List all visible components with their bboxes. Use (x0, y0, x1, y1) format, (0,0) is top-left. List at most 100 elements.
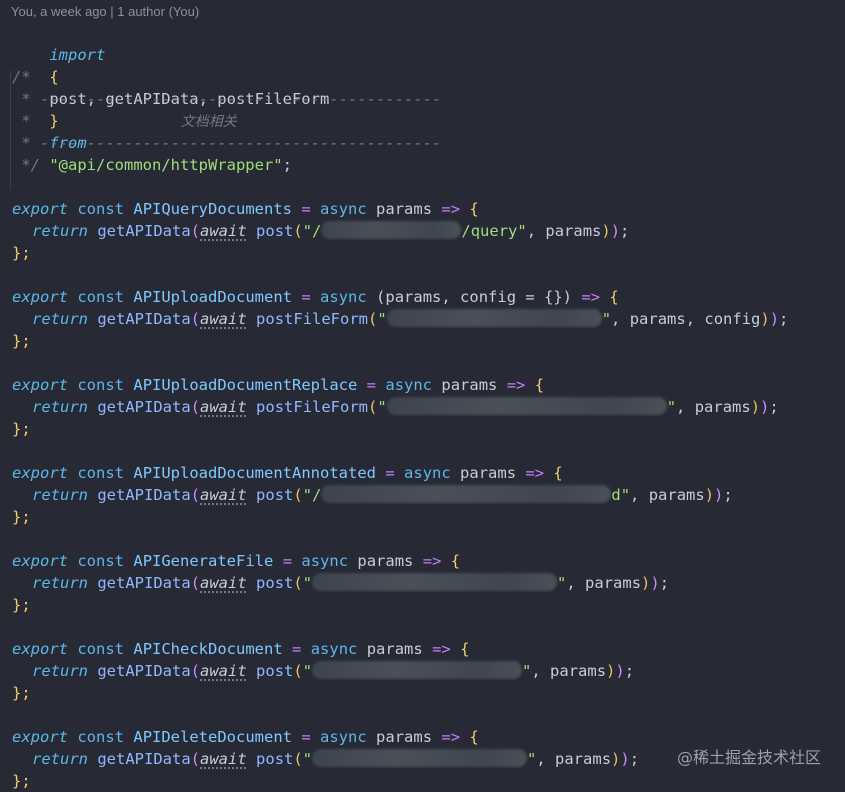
keyword-async: async (320, 288, 367, 306)
watermark: @稀土掘金技术社区 (676, 748, 821, 767)
keyword-export: export (12, 728, 68, 746)
function-name: APICheckDocument (133, 640, 283, 658)
comment-rule-bottom: * --------------------------------------… (12, 134, 442, 152)
code-line-close[interactable]: }; (12, 506, 31, 528)
code-line-export[interactable]: export const APIUploadDocument = async (… (12, 286, 619, 308)
operator-arrow: => (441, 200, 461, 218)
function-name: APIQueryDocuments (133, 200, 292, 218)
comment-close: */ (12, 156, 40, 174)
function-name: APIGenerateFile (133, 552, 274, 570)
operator-assign: = (301, 288, 311, 306)
call-getAPIData: getAPIData (97, 222, 191, 240)
code-line-close[interactable]: }; (12, 242, 31, 264)
function-name: APIUploadDocument (133, 288, 292, 306)
paren: ) (704, 486, 715, 504)
keyword-export: export (12, 288, 68, 306)
keyword-async: async (404, 464, 451, 482)
keyword-export: export (12, 640, 68, 658)
function-name: APIDeleteDocument (133, 728, 292, 746)
function-params: params (460, 464, 517, 482)
redacted-url (321, 221, 462, 239)
operator-arrow: => (422, 552, 442, 570)
url-head: "/ (302, 486, 322, 504)
url-head: " (302, 750, 313, 768)
function-params: params (376, 200, 433, 218)
code-line-return[interactable]: return getAPIData(await post(" ", params)… (12, 748, 639, 770)
code-line-export[interactable]: export const APIQueryDocuments = async p… (12, 198, 479, 220)
operator-assign: = (301, 728, 311, 746)
code-line-close[interactable]: }; (12, 594, 31, 616)
call-inner: post (256, 750, 294, 768)
keyword-return: return (32, 574, 88, 592)
semicolon: ; (620, 222, 630, 240)
paren: ( (190, 574, 201, 592)
paren: ( (190, 662, 201, 680)
paren: ( (190, 222, 201, 240)
code-line-export[interactable]: export const APICheckDocument = async pa… (12, 638, 469, 660)
url-tail: " (522, 662, 532, 680)
keyword-import: import (49, 46, 106, 64)
comment-star: * (12, 112, 31, 130)
paren: ( (293, 574, 303, 592)
redacted-url (386, 397, 667, 415)
keyword-await: await (200, 222, 247, 240)
call-inner: postFileForm (256, 398, 369, 416)
import-path: "@api/common/httpWrapper" (49, 156, 283, 174)
code-line-close[interactable]: }; (12, 770, 31, 792)
code-line-export[interactable]: export const APIGenerateFile = async par… (12, 550, 460, 572)
semicolon: ; (282, 156, 292, 174)
paren: ) (615, 662, 625, 680)
code-line-import[interactable]: import { post, getAPIData, postFileForm … (12, 22, 329, 174)
code-line-close[interactable]: }; (12, 330, 31, 352)
semicolon: ; (629, 750, 640, 768)
code-line-export[interactable]: export const APIDeleteDocument = async p… (12, 726, 479, 748)
call-getAPIData: getAPIData (97, 750, 191, 768)
code-line-close[interactable]: }; (12, 682, 31, 704)
semicolon: ; (659, 574, 670, 592)
code-editor[interactable]: You, a week ago | 1 author (You) import … (0, 0, 845, 790)
code-line-return[interactable]: return getAPIData(await post("/d", param… (12, 484, 733, 506)
operator-assign: = (282, 552, 293, 570)
keyword-const: const (77, 552, 125, 570)
code-line-export[interactable]: export const APIUploadDocumentAnnotated … (12, 462, 563, 484)
code-line-return[interactable]: return getAPIData(await postFileForm(" ",… (12, 308, 788, 330)
redacted-url (312, 573, 558, 591)
keyword-return: return (32, 310, 88, 328)
operator-arrow: => (432, 640, 451, 658)
keyword-export: export (12, 200, 68, 218)
keyword-await: await (200, 486, 247, 504)
paren: ( (293, 662, 303, 680)
operator-assign: = (292, 640, 302, 658)
keyword-const: const (77, 376, 125, 394)
call-args: , params (526, 222, 602, 240)
paren: ( (293, 750, 303, 768)
code-line-return[interactable]: return getAPIData(await post(" ", params)… (12, 572, 669, 594)
code-line-return[interactable]: return getAPIData(await post("//query", … (12, 220, 629, 242)
code-line-export[interactable]: export const APIUploadDocumentReplace = … (12, 374, 544, 396)
call-inner: post (256, 574, 294, 592)
keyword-await: await (200, 750, 247, 768)
indent-guide (10, 70, 11, 190)
keyword-return: return (32, 222, 88, 240)
code-line-return[interactable]: return getAPIData(await postFileForm(" ",… (12, 396, 779, 418)
url-tail: d" (611, 486, 631, 504)
call-args: , params (676, 398, 751, 416)
keyword-const: const (77, 640, 125, 658)
paren: ( (190, 750, 201, 768)
url-head: " (302, 662, 313, 680)
url-head: " (377, 398, 387, 416)
keyword-return: return (32, 750, 88, 768)
paren: ) (641, 574, 651, 592)
code-line-return[interactable]: return getAPIData(await post(" ", params)… (12, 660, 634, 682)
function-params: params (357, 552, 414, 570)
keyword-await: await (200, 310, 247, 328)
comment-rule-top: * --------------------------------------… (12, 90, 442, 108)
call-args: , params, config (611, 310, 761, 328)
paren: ) (769, 310, 780, 328)
code-line-close[interactable]: }; (12, 418, 31, 440)
keyword-const: const (77, 200, 125, 218)
url-tail: " (666, 398, 677, 416)
git-blame-annotation[interactable]: You, a week ago | 1 author (You) (11, 4, 199, 19)
semicolon: ; (769, 398, 779, 416)
keyword-async: async (310, 640, 358, 658)
